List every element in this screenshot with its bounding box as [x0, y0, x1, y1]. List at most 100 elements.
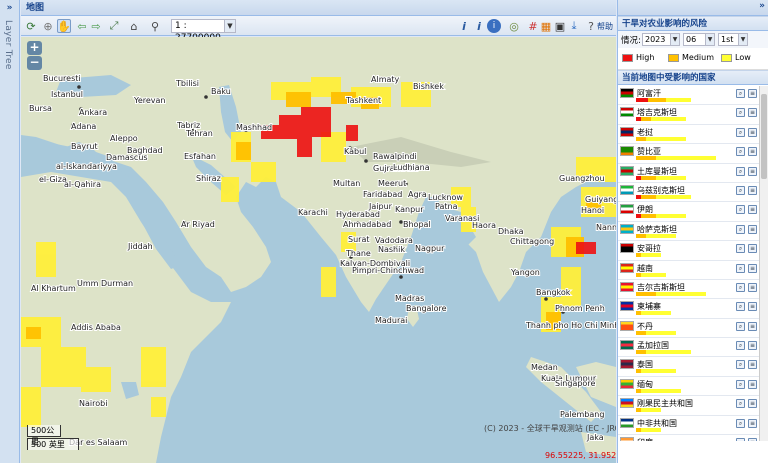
zoom-to-country-icon[interactable]: ⌕	[736, 282, 745, 292]
zoom-to-country-icon[interactable]: ⌕	[736, 438, 745, 441]
zoom-to-country-icon[interactable]: ⌕	[736, 399, 745, 409]
full-extent-icon[interactable]: ⤢	[107, 19, 121, 33]
download-icon[interactable]: ⤓	[567, 19, 581, 33]
zoom-to-country-icon[interactable]: ⌕	[736, 185, 745, 195]
zoom-to-country-icon[interactable]: ⌕	[736, 302, 745, 312]
country-row[interactable]: 阿富汗 ⌕ ≡	[618, 86, 759, 106]
map-toolbar: ⟳ ⊕ ✋ ⇦ ⇨ ⤢ ⌂ ⚲ 1 : 27700000 ▼ i i i ◎ #…	[21, 16, 616, 43]
legend-bubble-icon[interactable]: ◎	[507, 19, 521, 33]
country-report-icon[interactable]: ≡	[748, 127, 757, 137]
zoom-to-country-icon[interactable]: ⌕	[736, 263, 745, 273]
country-report-icon[interactable]: ≡	[748, 108, 757, 118]
country-report-icon[interactable]: ≡	[748, 166, 757, 176]
country-row[interactable]: 中非共和国 ⌕ ≡	[618, 415, 759, 436]
zoom-to-country-icon[interactable]: ⌕	[736, 379, 745, 389]
country-row[interactable]: 哈萨克斯坦 ⌕ ≡	[618, 221, 759, 242]
measure-icon[interactable]: ⚲	[148, 19, 162, 33]
zoom-to-country-icon[interactable]: ⌕	[736, 418, 745, 428]
svg-text:Jiddah: Jiddah	[127, 242, 153, 251]
country-list-scrollbar[interactable]	[759, 86, 768, 441]
info-icon[interactable]: i	[457, 19, 471, 33]
country-row[interactable]: 老挝 ⌕ ≡	[618, 124, 759, 145]
country-report-icon[interactable]: ≡	[748, 282, 757, 292]
country-row[interactable]: 伊朗 ⌕ ≡	[618, 202, 759, 222]
pan-hand-icon[interactable]: ✋	[57, 19, 71, 33]
rss-icon[interactable]: ▦	[539, 19, 553, 33]
country-report-icon[interactable]: ≡	[748, 399, 757, 409]
zoom-to-country-icon[interactable]: ⌕	[736, 108, 745, 118]
zoom-in-button[interactable]: +	[27, 41, 42, 55]
country-row[interactable]: 印度 ⌕≡	[618, 435, 759, 441]
country-risk-bars	[636, 117, 736, 122]
country-report-icon[interactable]: ≡	[748, 379, 757, 389]
layer-tree-title[interactable]: Layer Tree	[3, 20, 13, 70]
svg-text:Nagpur: Nagpur	[415, 244, 445, 253]
countries-section-title[interactable]: 当前地图中受影响的国家	[618, 70, 768, 85]
country-row[interactable]: 吉尔吉斯斯坦 ⌕ ≡	[618, 279, 759, 300]
zoom-to-country-icon[interactable]: ⌕	[736, 166, 745, 176]
country-report-icon[interactable]: ≡	[748, 418, 757, 428]
refresh-icon[interactable]: ⟳	[24, 19, 38, 33]
zoom-in-icon[interactable]: ⊕	[41, 19, 55, 33]
zoom-to-country-icon[interactable]: ⌕	[736, 127, 745, 137]
save-icon[interactable]: ▣	[553, 19, 567, 33]
collapse-right-panel-button[interactable]: »	[759, 1, 765, 11]
legend-high-label: High	[636, 53, 655, 62]
zoom-to-country-icon[interactable]: ⌕	[736, 147, 745, 157]
country-report-icon[interactable]: ≡	[748, 185, 757, 195]
year-select[interactable]: 2023 ▼	[642, 33, 680, 46]
info-list-icon[interactable]: i	[472, 19, 486, 33]
country-report-icon[interactable]: ≡	[748, 360, 757, 370]
country-row[interactable]: 缅甸 ⌕ ≡	[618, 376, 759, 397]
month-select[interactable]: 06 ▼	[683, 33, 715, 46]
zoom-to-country-icon[interactable]: ⌕	[736, 205, 745, 215]
scale-select[interactable]: 1 : 27700000 ▼	[171, 19, 236, 43]
risk-section-title[interactable]: 干旱对农业影响的风险	[618, 16, 768, 31]
country-report-icon[interactable]: ≡	[748, 341, 757, 351]
scrollbar-thumb[interactable]	[761, 94, 767, 179]
country-row[interactable]: 安哥拉 ⌕ ≡	[618, 241, 759, 261]
country-row[interactable]: 刚果民主共和国 ⌕ ≡	[618, 396, 759, 416]
country-row[interactable]: 泰国 ⌕ ≡	[618, 357, 759, 377]
svg-text:el-Giza: el-Giza	[39, 175, 67, 184]
country-report-icon[interactable]: ≡	[748, 263, 757, 273]
grid-icon[interactable]: #	[526, 19, 540, 33]
svg-text:Dhaka: Dhaka	[498, 227, 524, 236]
svg-text:al-Qahira: al-Qahira	[64, 180, 101, 189]
forward-arrow-icon[interactable]: ⇨	[89, 19, 103, 33]
help-icon[interactable]: ?	[584, 19, 598, 33]
home-icon[interactable]: ⌂	[127, 19, 141, 33]
map-canvas[interactable]: Bucuresti Istanbul Ankara Adana Bursa Ye…	[21, 37, 616, 463]
country-row[interactable]: 不丹 ⌕ ≡	[618, 318, 759, 339]
expand-layer-tree-button[interactable]: »	[2, 2, 17, 15]
zoom-to-country-icon[interactable]: ⌕	[736, 244, 745, 254]
country-row[interactable]: 越南 ⌕ ≡	[618, 260, 759, 280]
country-report-icon[interactable]: ≡	[748, 147, 757, 157]
zoom-out-button[interactable]: −	[27, 56, 42, 70]
country-row[interactable]: 孟加拉国 ⌕ ≡	[618, 338, 759, 358]
country-report-icon[interactable]: ≡	[748, 244, 757, 254]
back-arrow-icon[interactable]: ⇦	[75, 19, 89, 33]
country-row[interactable]: 柬埔寨 ⌕ ≡	[618, 299, 759, 319]
help-label[interactable]: 帮助	[597, 21, 613, 32]
country-report-icon[interactable]: ≡	[748, 89, 757, 98]
country-report-icon[interactable]: ≡	[748, 205, 757, 215]
country-row[interactable]: 乌兹别克斯坦 ⌕ ≡	[618, 182, 759, 203]
dekad-value: 1st	[721, 35, 734, 44]
zoom-to-country-icon[interactable]: ⌕	[736, 360, 745, 370]
country-list[interactable]: 阿富汗 ⌕ ≡ 塔吉克斯坦 ⌕ ≡ 老挝 ⌕ ≡ 赞比亚 ⌕ ≡ 土库曼斯坦 ⌕ ≡ 乌兹别克斯坦 ⌕ ≡ 伊朗 ⌕ ≡…	[618, 86, 759, 441]
country-report-icon[interactable]: ≡	[748, 302, 757, 312]
country-report-icon[interactable]: ≡	[748, 224, 757, 234]
country-flag-icon	[620, 126, 634, 137]
country-row[interactable]: 土库曼斯坦 ⌕ ≡	[618, 163, 759, 183]
zoom-to-country-icon[interactable]: ⌕	[736, 341, 745, 351]
zoom-to-country-icon[interactable]: ⌕	[736, 224, 745, 234]
country-report-icon[interactable]: ≡	[748, 438, 757, 441]
zoom-to-country-icon[interactable]: ⌕	[736, 321, 745, 331]
zoom-to-country-icon[interactable]: ⌕	[736, 89, 745, 98]
country-report-icon[interactable]: ≡	[748, 321, 757, 331]
about-icon[interactable]: i	[487, 19, 501, 33]
country-row[interactable]: 塔吉克斯坦 ⌕ ≡	[618, 105, 759, 125]
dekad-select[interactable]: 1st ▼	[718, 33, 748, 46]
country-row[interactable]: 赞比亚 ⌕ ≡	[618, 144, 759, 164]
